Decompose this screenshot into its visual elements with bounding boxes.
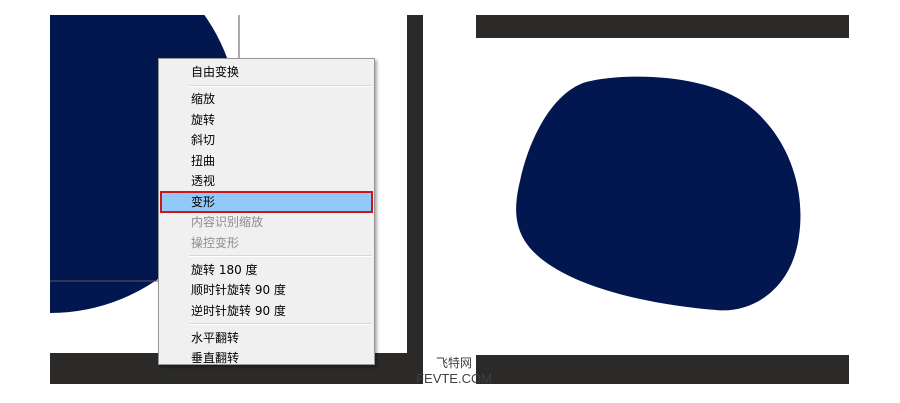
menu-item[interactable]: 旋转 <box>161 110 372 130</box>
right-result-panel <box>476 15 849 384</box>
menu-item[interactable]: 斜切 <box>161 130 372 150</box>
warped-shape-layer <box>516 76 801 311</box>
watermark-chinese: 飞特网 <box>435 356 472 370</box>
transform-context-menu: 自由变换缩放 旋转 斜切 扭曲 透视 变形内容识别缩放 操控变形旋转 180 度顺时针旋转 … <box>158 58 375 365</box>
site-watermark: 飞特网 FEVTE.COM <box>404 356 504 386</box>
menu-item[interactable]: 扭曲 <box>161 151 372 171</box>
menu-item[interactable]: 变形 <box>160 190 373 213</box>
menu-item[interactable]: 缩放 <box>161 89 372 109</box>
menu-separator <box>189 255 372 258</box>
menu-item: 操控变形 <box>191 235 240 250</box>
menu-item[interactable]: 自由变换 <box>161 62 372 82</box>
result-canvas <box>476 38 849 355</box>
menu-item[interactable]: 垂直翻转 <box>161 348 372 368</box>
menu-item[interactable]: 逆时针旋转 90 度 <box>161 301 372 321</box>
menu-item[interactable]: 旋转 180 度 <box>161 260 372 280</box>
menu-separator <box>189 323 372 326</box>
menu-item[interactable]: 顺时针旋转 90 度 <box>161 280 372 300</box>
menu-item[interactable]: 水平翻转 <box>161 328 372 348</box>
watermark-domain: FEVTE.COM <box>416 371 492 386</box>
menu-item[interactable]: 透视 <box>161 171 372 191</box>
menu-separator <box>189 84 372 87</box>
warped-blob-shape <box>516 76 801 311</box>
menu-item: 内容识别缩放 <box>191 215 264 229</box>
